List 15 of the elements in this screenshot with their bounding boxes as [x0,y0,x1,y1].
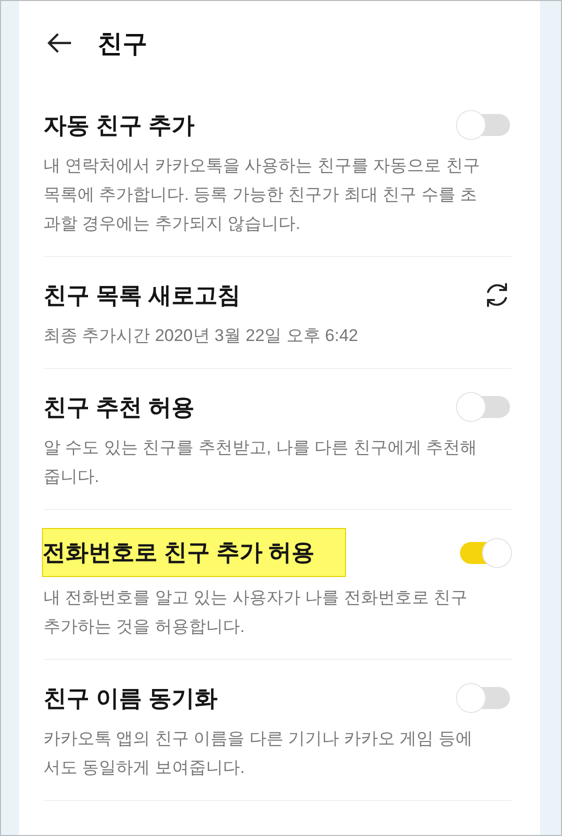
back-arrow-icon[interactable] [46,32,72,54]
setting-description: 최종 추가시간 2020년 3월 22일 오후 6:42 [44,325,360,347]
setting-description: 알 수도 있는 친구를 추천받고, 나를 다른 친구에게 추천해줍니다. [44,437,478,488]
setting-title: 친구 이름 동기화 [44,684,218,712]
setting-title: 전화번호로 친구 추가 허용 [42,528,346,577]
setting-title: 친구 목록 새로고침 [44,280,240,310]
setting-description: 내 전화번호를 알고 있는 사용자가 나를 전화번호로 친구 추가하는 것을 허용합니다. [44,587,469,638]
toggle-switch[interactable] [456,683,512,713]
toggle-switch[interactable] [456,392,512,422]
setting-title: 친구 추천 허용 [44,392,194,422]
toggle-switch[interactable] [456,110,512,140]
page-title: 친구 [98,28,148,60]
setting-description: 내 연락처에서 카카오톡을 사용하는 친구를 자동으로 친구목록에 추가합니다. 등록 가능한 친구가 최대 친구 수를 초과할 경우에는 추가되지 않습니다. [44,155,481,235]
setting-title: 자동 친구 추가 [44,110,194,140]
setting-description: 카카오톡 앱의 친구 이름을 다른 기기나 카카오 게임 등에서도 동일하게 보여줍니다. [44,728,474,779]
